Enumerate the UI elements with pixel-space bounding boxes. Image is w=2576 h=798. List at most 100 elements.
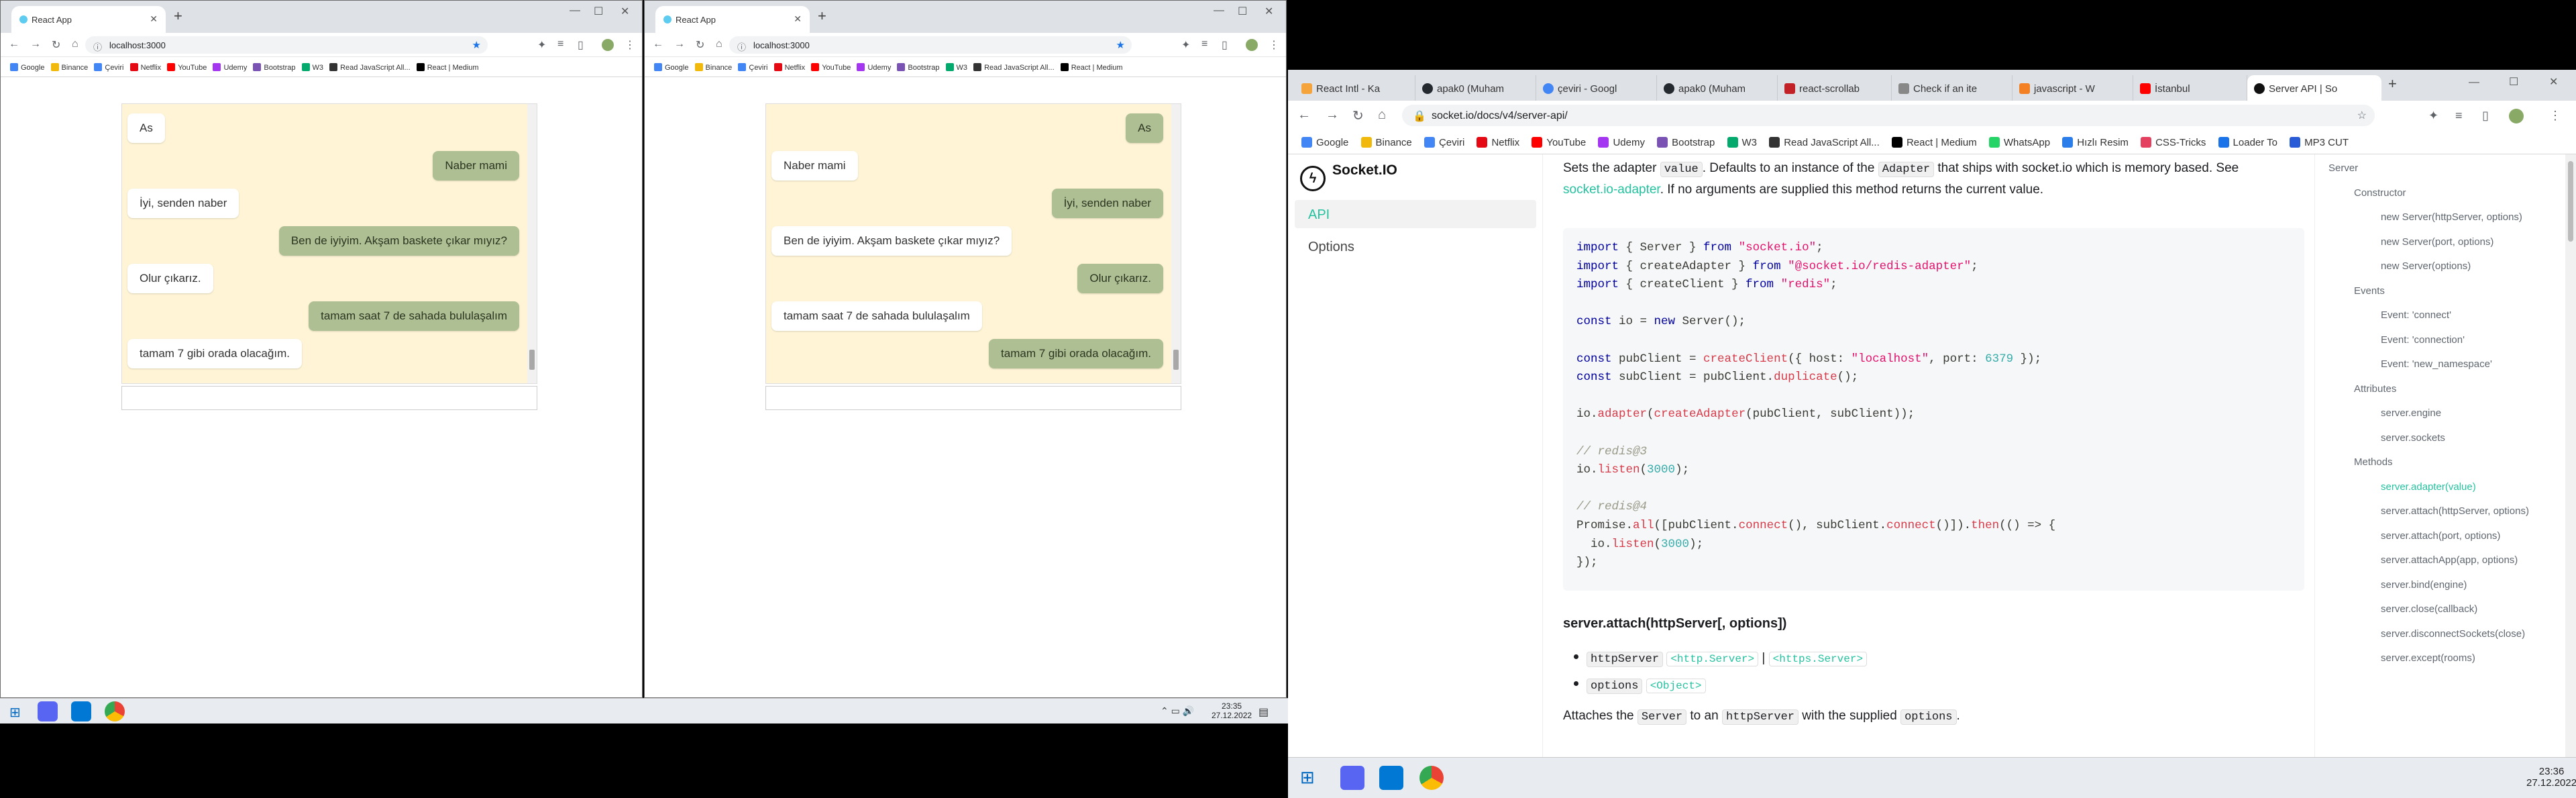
message-input[interactable] <box>765 386 1181 410</box>
bookmark-youtube[interactable]: YouTube <box>1532 137 1586 148</box>
socketio-adapter-link[interactable]: socket.io-adapter <box>1563 183 1660 197</box>
sidepanel-icon[interactable]: ▯ <box>578 38 584 52</box>
bookmark-read-js[interactable]: Read JavaScript All... <box>1769 137 1880 148</box>
minimize-button[interactable]: — <box>570 5 580 17</box>
back-icon[interactable]: ← <box>9 38 19 50</box>
tab-youtube[interactable]: İstanbul <box>2133 75 2247 101</box>
page-scrollbar[interactable] <box>2565 154 2576 757</box>
bookmark-w3[interactable]: W3 <box>1727 137 1757 148</box>
bookmark-udemy[interactable]: Udemy <box>1598 137 1645 148</box>
windows-start-icon[interactable]: ⊞ <box>1300 767 1315 788</box>
bookmark-youtube[interactable]: YouTube <box>811 63 851 72</box>
bookmark-read-js[interactable]: Read JavaScript All... <box>973 63 1055 72</box>
bookmark-bootstrap[interactable]: Bootstrap <box>253 63 295 72</box>
bookmark-udemy[interactable]: Udemy <box>857 63 891 72</box>
toc-item[interactable]: server.close(callback) <box>2381 603 2477 615</box>
bookmark-google[interactable]: Google <box>654 63 688 72</box>
back-icon[interactable]: ← <box>1297 107 1311 123</box>
address-bar[interactable]: 🔒 socket.io/docs/v4/server-api/ ☆ <box>1402 105 2375 126</box>
avatar[interactable] <box>2509 109 2524 123</box>
tab-react-intl[interactable]: React Intl - Ka <box>1295 75 1415 101</box>
avatar[interactable] <box>1246 39 1258 51</box>
media-icon[interactable]: ≡ <box>1201 38 1208 50</box>
tab-check-if[interactable]: Check if an ite <box>1892 75 2012 101</box>
bookmark-react-medium[interactable]: React | Medium <box>416 63 479 72</box>
tab-react-app[interactable]: React App ✕ <box>655 6 810 33</box>
extensions-icon[interactable]: ✦ <box>2428 109 2438 123</box>
tab-stackoverflow[interactable]: javascript - W <box>2012 75 2133 101</box>
toc-item[interactable]: Server <box>2328 162 2358 174</box>
tray-clock[interactable]: 23:35 27.12.2022 <box>1212 701 1252 720</box>
tab-google[interactable]: çeviri - Googl <box>1536 75 1657 101</box>
bookmark-w3[interactable]: W3 <box>945 63 967 72</box>
new-tab-button[interactable]: + <box>174 7 182 25</box>
toc-item[interactable]: server.attachApp(app, options) <box>2381 554 2518 566</box>
sidepanel-icon[interactable]: ▯ <box>2482 109 2489 123</box>
tray-clock[interactable]: 23:36 27.12.2022 <box>2526 766 2576 789</box>
chrome-icon[interactable] <box>1419 766 1444 790</box>
toc-item[interactable]: Event: 'connect' <box>2381 309 2451 321</box>
new-tab-button[interactable]: + <box>2388 75 2397 93</box>
bookmark-loader-to[interactable]: Loader To <box>2218 137 2277 148</box>
bookmark-w3[interactable]: W3 <box>301 63 323 72</box>
discord-icon[interactable] <box>38 701 58 721</box>
media-icon[interactable]: ≡ <box>2455 109 2463 123</box>
bookmark-binance[interactable]: Binance <box>694 63 732 72</box>
chat-scrollbar[interactable] <box>1171 104 1181 383</box>
forward-icon[interactable]: → <box>674 38 685 50</box>
close-window-button[interactable]: ✕ <box>2549 75 2558 89</box>
toc-item[interactable]: Event: 'new_namespace' <box>2381 358 2492 370</box>
bookmark-star-icon[interactable]: ☆ <box>2357 109 2367 122</box>
back-icon[interactable]: ← <box>653 38 663 50</box>
bookmark-binance[interactable]: Binance <box>50 63 88 72</box>
forward-icon[interactable]: → <box>1326 107 1339 123</box>
bookmark-ceviri[interactable]: Çeviri <box>738 63 768 72</box>
bookmark-netflix[interactable]: Netflix <box>773 63 805 72</box>
sidebar-item-api[interactable]: API <box>1295 200 1536 228</box>
avatar[interactable] <box>602 39 614 51</box>
menu-icon[interactable]: ⋮ <box>2549 109 2561 123</box>
menu-icon[interactable]: ⋮ <box>1269 38 1279 52</box>
bookmark-google[interactable]: Google <box>1301 137 1348 148</box>
bookmark-ceviri[interactable]: Çeviri <box>94 63 124 72</box>
notification-icon[interactable]: ▤ <box>1258 705 1269 719</box>
extensions-icon[interactable]: ✦ <box>1181 38 1190 52</box>
forward-icon[interactable]: → <box>30 38 41 50</box>
toc-item[interactable]: server.attach(port, options) <box>2381 530 2500 542</box>
bookmark-react-medium[interactable]: React | Medium <box>1891 137 1977 148</box>
address-bar[interactable]: ⓘ localhost:3000 ★ <box>85 36 488 54</box>
tray-icons[interactable]: ⌃ ▭ 🔊 <box>1161 705 1194 717</box>
maximize-button[interactable]: ☐ <box>2509 75 2518 89</box>
tab-react-app[interactable]: React App ✕ <box>11 6 166 33</box>
close-tab-icon[interactable]: ✕ <box>150 13 158 25</box>
toc-item[interactable]: Events <box>2354 285 2385 297</box>
toc-item[interactable]: Attributes <box>2354 383 2396 395</box>
bookmark-css-tricks[interactable]: CSS-Tricks <box>2141 137 2206 148</box>
bookmark-netflix[interactable]: Netflix <box>1477 137 1519 148</box>
minimize-button[interactable]: — <box>2469 77 2479 89</box>
bookmark-whatsapp[interactable]: WhatsApp <box>1988 137 2050 148</box>
maximize-button[interactable]: ☐ <box>1238 5 1247 18</box>
extensions-icon[interactable]: ✦ <box>537 38 546 52</box>
reload-icon[interactable]: ↻ <box>696 38 704 52</box>
toc-item[interactable]: server.engine <box>2381 407 2441 419</box>
media-icon[interactable]: ≡ <box>557 38 564 50</box>
bookmark-udemy[interactable]: Udemy <box>213 63 247 72</box>
bookmark-star-icon[interactable]: ★ <box>472 39 481 51</box>
close-tab-icon[interactable]: ✕ <box>794 13 802 25</box>
menu-icon[interactable]: ⋮ <box>625 38 635 52</box>
vscode-icon[interactable] <box>71 701 91 721</box>
bookmark-hizli-resim[interactable]: Hızlı Resim <box>2062 137 2129 148</box>
toc-item[interactable]: server.attach(httpServer, options) <box>2381 505 2529 517</box>
bookmark-read-js[interactable]: Read JavaScript All... <box>329 63 411 72</box>
chrome-icon[interactable] <box>105 701 125 721</box>
tab-react-scrollable[interactable]: react-scrollab <box>1778 75 1892 101</box>
tab-github-2[interactable]: apak0 (Muham <box>1657 75 1778 101</box>
toc-item[interactable]: server.except(rooms) <box>2381 652 2475 664</box>
bookmark-youtube[interactable]: YouTube <box>167 63 207 72</box>
maximize-button[interactable]: ☐ <box>594 5 603 18</box>
minimize-button[interactable]: — <box>1214 5 1224 17</box>
sidebar-item-options[interactable]: Options <box>1295 232 1536 260</box>
bookmark-ceviri[interactable]: Çeviri <box>1424 137 1464 148</box>
site-logo[interactable]: ϟSocket.IO <box>1300 162 1397 191</box>
